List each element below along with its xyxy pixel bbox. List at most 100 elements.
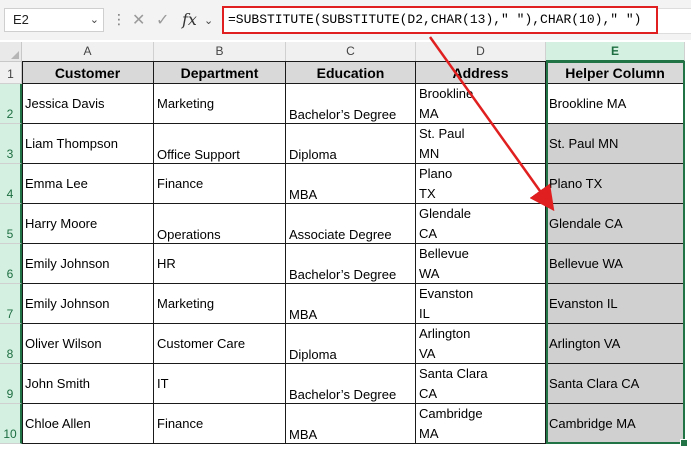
header-cell[interactable]: Customer [22,62,154,84]
helper-cell[interactable]: St. Paul MN [546,124,685,164]
education-cell[interactable]: MBA [286,404,416,444]
row-header-3[interactable]: 3 [0,124,22,164]
education-cell[interactable]: Bachelor’s Degree [286,84,416,124]
address-line-1: St. Paul [419,125,465,141]
education-cell[interactable]: Bachelor’s Degree [286,244,416,284]
department-cell[interactable]: IT [154,364,286,404]
address-line-2: TX [419,185,436,201]
row-header-8[interactable]: 8 [0,324,22,364]
address-line-2: MA [419,425,439,441]
column-header-a[interactable]: A [22,42,154,62]
select-all-corner[interactable] [0,42,22,62]
helper-cell[interactable]: Cambridge MA [546,404,685,444]
name-box-value: E2 [13,12,29,27]
header-cell[interactable]: Education [286,62,416,84]
formula-buttons: ✕ ✓ fx ⌄ [124,6,218,34]
grid-border-top [22,61,685,62]
header-cell[interactable]: Address [416,62,546,84]
customer-cell[interactable]: Chloe Allen [22,404,154,444]
customer-cell[interactable]: Liam Thompson [22,124,154,164]
customer-cell[interactable]: Harry Moore [22,204,154,244]
address-line-2: CA [419,385,438,401]
education-cell[interactable]: Diploma [286,124,416,164]
education-cell[interactable]: Associate Degree [286,204,416,244]
address-cell[interactable]: St. Paul MN [416,124,546,164]
helper-cell[interactable]: Santa Clara CA [546,364,685,404]
address-cell[interactable]: Santa Clara CA [416,364,546,404]
fill-handle[interactable] [680,439,688,447]
address-line-1: Arlington [419,325,471,341]
helper-cell[interactable]: Arlington VA [546,324,685,364]
helper-cell[interactable]: Evanston IL [546,284,685,324]
name-box[interactable]: E2 ⌄ [4,8,104,32]
address-line-1: Santa Clara [419,365,488,381]
header-cell[interactable]: Department [154,62,286,84]
address-cell[interactable]: Plano TX [416,164,546,204]
customer-cell[interactable]: Emma Lee [22,164,154,204]
address-line-2: MA [419,105,439,121]
education-cell[interactable]: Diploma [286,324,416,364]
address-line-2: IL [419,305,430,321]
address-cell[interactable]: Arlington VA [416,324,546,364]
row-header-10[interactable]: 10 [0,404,22,444]
helper-cell[interactable]: Plano TX [546,164,685,204]
address-cell[interactable]: Glendale CA [416,204,546,244]
row-header-9[interactable]: 9 [0,364,22,404]
formula-input-extension[interactable] [658,8,691,34]
formula-text: =SUBSTITUTE(SUBSTITUTE(D2,CHAR(13)," "),… [228,12,642,27]
address-line-2: MN [419,145,440,161]
department-cell[interactable]: Operations [154,204,286,244]
chevron-down-icon[interactable]: ⌄ [204,14,213,27]
department-cell[interactable]: Finance [154,404,286,444]
row-header-2[interactable]: 2 [0,84,22,124]
address-line-1: Bellevue [419,245,469,261]
helper-cell[interactable]: Glendale CA [546,204,685,244]
row-header-7[interactable]: 7 [0,284,22,324]
formula-bar-area: E2 ⌄ ⋮ ✕ ✓ fx ⌄ =SUBSTITUTE(SUBSTITUTE(D… [0,0,691,40]
column-header-e[interactable]: E [546,42,685,62]
cancel-icon[interactable]: ✕ [132,10,145,30]
department-cell[interactable]: Customer Care [154,324,286,364]
address-line-2: CA [419,225,438,241]
customer-cell[interactable]: Emily Johnson [22,284,154,324]
address-cell[interactable]: Cambridge MA [416,404,546,444]
chevron-down-icon[interactable]: ⌄ [90,9,99,31]
formula-input[interactable]: =SUBSTITUTE(SUBSTITUTE(D2,CHAR(13)," "),… [222,6,658,34]
address-line-1: Evanston [419,285,474,301]
customer-cell[interactable]: Jessica Davis [22,84,154,124]
more-dots-icon[interactable]: ⋮ [112,8,126,32]
grid-border-left [22,62,23,444]
address-line-1: Plano [419,165,453,181]
education-cell[interactable]: Bachelor’s Degree [286,364,416,404]
enter-icon[interactable]: ✓ [156,10,169,30]
column-header-c[interactable]: C [286,42,416,62]
address-cell[interactable]: Evanston IL [416,284,546,324]
address-line-1: Glendale [419,205,472,221]
department-cell[interactable]: Marketing [154,284,286,324]
column-header-d[interactable]: D [416,42,546,62]
department-cell[interactable]: Office Support [154,124,286,164]
row-header-6[interactable]: 6 [0,244,22,284]
address-cell[interactable]: Brookline MA [416,84,546,124]
address-line-2: WA [419,265,440,281]
active-helper-cell[interactable]: Brookline MA [546,84,685,124]
address-cell[interactable]: Bellevue WA [416,244,546,284]
address-line-2: VA [419,345,436,361]
customer-cell[interactable]: John Smith [22,364,154,404]
department-cell[interactable]: Marketing [154,84,286,124]
education-cell[interactable]: MBA [286,164,416,204]
department-cell[interactable]: HR [154,244,286,284]
function-icon[interactable]: fx [182,10,197,29]
address-line-1: Cambridge [419,405,483,421]
row-header-4[interactable]: 4 [0,164,22,204]
header-cell[interactable]: Helper Column [546,62,685,84]
education-cell[interactable]: MBA [286,284,416,324]
row-header-5[interactable]: 5 [0,204,22,244]
customer-cell[interactable]: Emily Johnson [22,244,154,284]
row-header-1[interactable]: 1 [0,62,22,84]
helper-cell[interactable]: Bellevue WA [546,244,685,284]
department-cell[interactable]: Finance [154,164,286,204]
address-line-1: Brookline [419,85,474,101]
column-header-b[interactable]: B [154,42,286,62]
customer-cell[interactable]: Oliver Wilson [22,324,154,364]
